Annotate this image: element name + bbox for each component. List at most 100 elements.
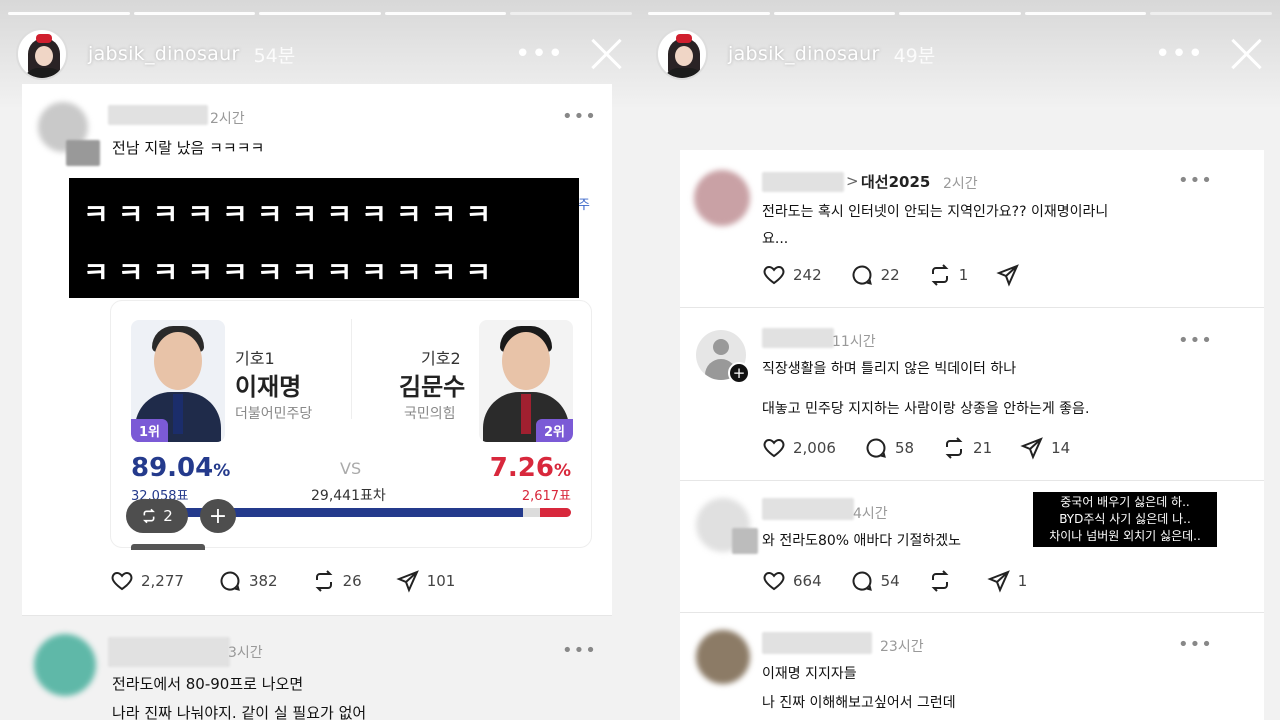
post-actions: 2,006 58 21 14 bbox=[762, 436, 1104, 460]
close-icon[interactable] bbox=[590, 37, 624, 71]
comment-button[interactable]: 382 bbox=[218, 569, 278, 593]
overlay-line: BYD주식 사기 싫은데 나.. bbox=[1059, 512, 1191, 526]
repost-icon bbox=[931, 264, 949, 286]
story-progress bbox=[8, 12, 632, 15]
post-text: 나라 진짜 나눠야지. 같이 실 필요가 없어 bbox=[112, 704, 367, 720]
post-time: 2시간 bbox=[210, 111, 245, 127]
post-text: 와 전라도80% 애바다 기절하겠노 bbox=[762, 533, 962, 549]
more-options-icon[interactable]: ••• bbox=[1178, 634, 1213, 655]
progress-segment bbox=[1150, 12, 1272, 15]
candidate2-name: 김문수 bbox=[399, 373, 466, 401]
blurred-avatar bbox=[34, 634, 96, 696]
repost-icon bbox=[945, 437, 963, 459]
comment-button[interactable]: 54 bbox=[850, 569, 900, 593]
post-time: 2시간 bbox=[943, 176, 978, 192]
repost-button[interactable]: 21 bbox=[942, 436, 992, 460]
repost-count: 2 bbox=[163, 507, 173, 525]
story-text-overlay: 중국어 배우기 싫은데 하.. BYD주식 사기 싫은데 나.. 차이나 넘버원… bbox=[1033, 492, 1217, 547]
vote-share-other bbox=[522, 508, 541, 517]
follow-plus-icon[interactable]: + bbox=[728, 362, 750, 384]
repost-button[interactable] bbox=[928, 569, 959, 593]
blurred-username bbox=[108, 105, 208, 125]
like-button[interactable]: 664 bbox=[762, 569, 822, 593]
candidate1-percentage: 89.04% bbox=[131, 453, 231, 483]
comment-count: 54 bbox=[880, 572, 900, 590]
comment-count: 382 bbox=[248, 572, 278, 590]
share-button[interactable] bbox=[996, 263, 1027, 287]
divider bbox=[22, 615, 612, 616]
close-icon[interactable] bbox=[1230, 37, 1264, 71]
blurred-username bbox=[762, 632, 872, 654]
post-text: 전라도에서 80-90프로 나오면 bbox=[112, 675, 304, 693]
blurred-username bbox=[108, 637, 230, 667]
divider bbox=[680, 612, 1264, 613]
username[interactable]: jabsik_dinosaur bbox=[88, 43, 240, 65]
username[interactable]: jabsik_dinosaur bbox=[728, 43, 880, 65]
heart-icon bbox=[111, 571, 133, 591]
blurred-avatar bbox=[694, 170, 750, 226]
like-count: 664 bbox=[793, 572, 822, 590]
heart-icon bbox=[763, 571, 785, 591]
blurred-avatar-small bbox=[732, 528, 758, 554]
topic-tag[interactable]: 대선2025 bbox=[861, 171, 930, 192]
vs-label: VS bbox=[340, 459, 362, 478]
candidate1-photo: 1위 bbox=[131, 320, 225, 442]
post-time: 11시간 bbox=[832, 334, 876, 350]
like-button[interactable]: 242 bbox=[762, 263, 822, 287]
post-text: 이재명 지지자들 bbox=[762, 666, 857, 682]
comment-button[interactable]: 22 bbox=[850, 263, 900, 287]
repost-count: 26 bbox=[342, 572, 362, 590]
more-options-icon[interactable]: ••• bbox=[562, 640, 597, 661]
comment-icon bbox=[852, 571, 872, 591]
heart-icon bbox=[763, 438, 785, 458]
share-button[interactable]: 101 bbox=[396, 569, 455, 593]
blurred-username bbox=[762, 328, 834, 348]
more-options-icon[interactable]: ••• bbox=[515, 41, 564, 67]
comment-count: 22 bbox=[880, 266, 900, 284]
candidate2-party: 국민의힘 bbox=[404, 406, 456, 422]
like-button[interactable]: 2,006 bbox=[762, 436, 836, 460]
like-count: 2,006 bbox=[793, 439, 836, 457]
vote-share-candidate1 bbox=[131, 508, 523, 517]
post-time: 3시간 bbox=[228, 645, 263, 661]
repost-count: 1 bbox=[958, 266, 969, 284]
vote-difference: 29,441표차 bbox=[311, 488, 386, 504]
repost-icon bbox=[931, 570, 949, 592]
repost-button[interactable]: 26 bbox=[312, 569, 362, 593]
progress-segment bbox=[899, 12, 1021, 15]
repost-icon bbox=[143, 508, 156, 524]
avatar[interactable] bbox=[16, 28, 68, 80]
story-age: 54분 bbox=[253, 44, 296, 67]
avatar[interactable] bbox=[656, 28, 708, 80]
more-options-icon[interactable]: ••• bbox=[562, 106, 597, 127]
progress-segment bbox=[1024, 12, 1147, 15]
comment-count: 58 bbox=[894, 439, 915, 457]
share-button[interactable]: 14 bbox=[1020, 436, 1070, 460]
like-button[interactable]: 2,277 bbox=[110, 569, 184, 593]
comment-button[interactable]: 58 bbox=[864, 436, 914, 460]
send-icon bbox=[396, 570, 419, 593]
progress-segment bbox=[8, 12, 130, 15]
like-count: 2,277 bbox=[141, 572, 184, 590]
post-text: 나 진짜 이해해보고싶어서 그런데 bbox=[762, 695, 956, 711]
post-actions: 242 22 1 bbox=[762, 263, 1061, 287]
rank-badge: 2위 bbox=[535, 419, 573, 442]
rank-badge: 1위 bbox=[131, 419, 169, 442]
blurred-username bbox=[762, 498, 854, 520]
more-options-icon[interactable]: ••• bbox=[1178, 170, 1213, 191]
add-button[interactable]: + bbox=[200, 499, 236, 533]
share-button[interactable]: 1 bbox=[987, 569, 1027, 593]
divider bbox=[680, 307, 1264, 308]
candidate2-photo: 2위 bbox=[479, 320, 573, 442]
topic-arrow: > bbox=[846, 172, 859, 190]
candidate1-number: 기호1 bbox=[235, 349, 275, 368]
more-options-icon[interactable]: ••• bbox=[1178, 330, 1213, 351]
divider bbox=[351, 319, 352, 419]
story-age: 49분 bbox=[893, 44, 936, 67]
repost-button[interactable]: 1 bbox=[928, 263, 969, 287]
candidate1-party: 더불어민주당 bbox=[235, 406, 313, 422]
more-options-icon[interactable]: ••• bbox=[1155, 41, 1204, 67]
repost-pill[interactable]: 2 bbox=[126, 499, 188, 533]
progress-segment bbox=[648, 12, 770, 15]
candidate1-name: 이재명 bbox=[235, 373, 302, 401]
